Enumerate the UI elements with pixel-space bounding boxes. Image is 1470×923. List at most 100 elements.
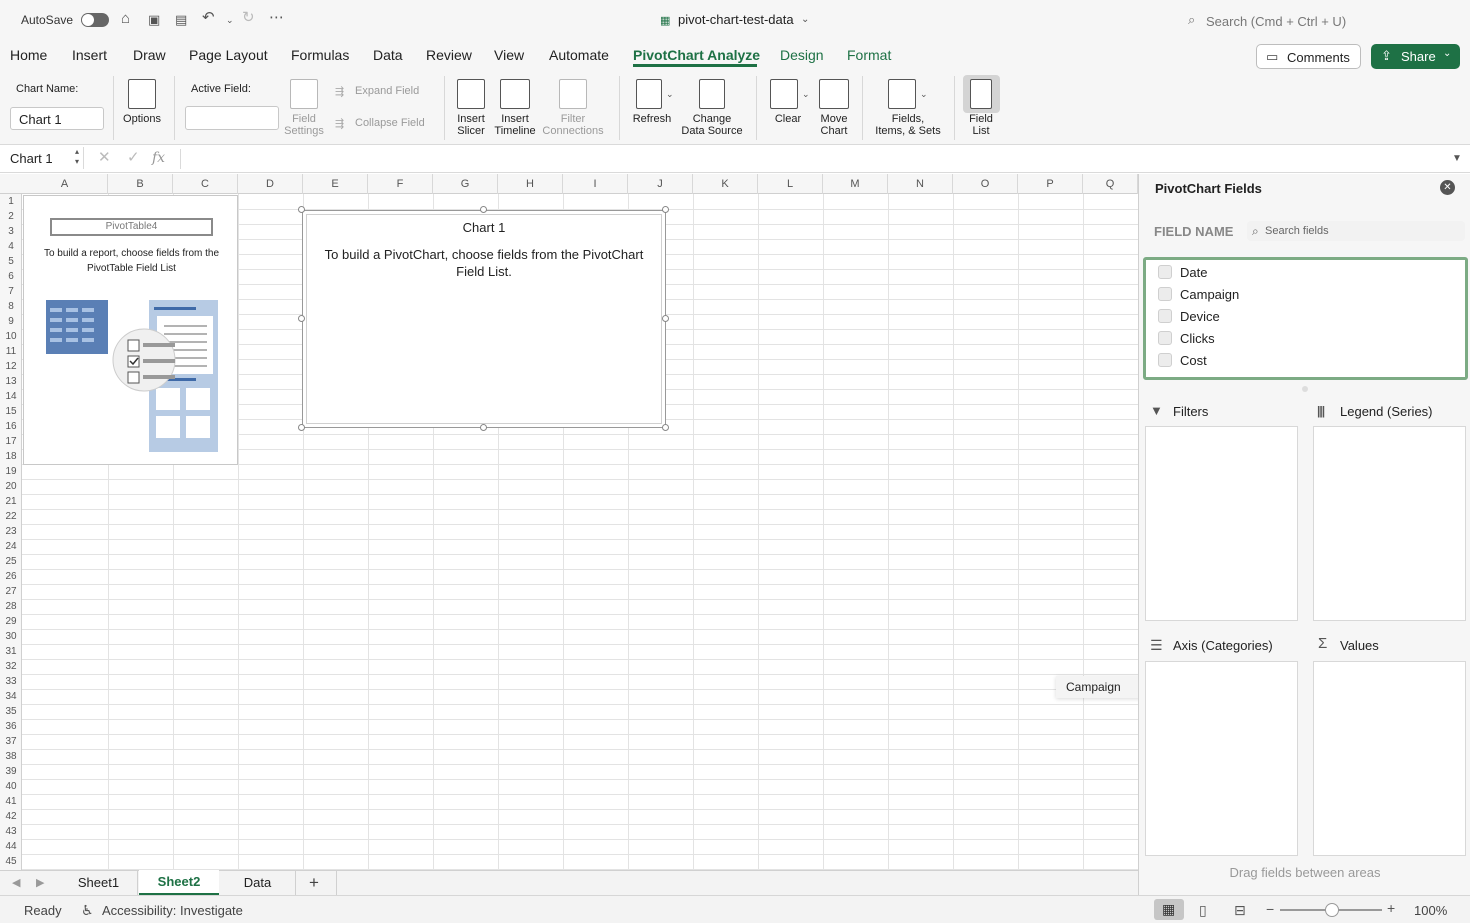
row-header[interactable]: 12	[0, 359, 22, 374]
row-header[interactable]: 2	[0, 209, 22, 224]
row-header[interactable]: 9	[0, 314, 22, 329]
row-header[interactable]: 29	[0, 614, 22, 629]
chevron-down-icon[interactable]: ⌄	[920, 86, 928, 102]
tab-review[interactable]: Review	[426, 47, 472, 63]
column-header[interactable]: B	[108, 174, 173, 194]
more-icon[interactable]: ⋯	[269, 10, 284, 26]
field-device-checkbox[interactable]	[1158, 309, 1172, 323]
resize-handle[interactable]	[662, 315, 669, 322]
chevron-down-icon[interactable]: ⌄	[802, 86, 810, 102]
row-header[interactable]: 28	[0, 599, 22, 614]
page-break-view-icon[interactable]: ⊟	[1234, 902, 1246, 918]
save-as-icon[interactable]: ▤	[175, 12, 187, 28]
field-campaign-checkbox[interactable]	[1158, 287, 1172, 301]
column-header[interactable]: P	[1018, 174, 1083, 194]
field-date-checkbox[interactable]	[1158, 265, 1172, 279]
worksheet-grid[interactable]: ABCDEFGHIJKLMNOPQ 1 2 3 4 5 6 7 8 9 10 11 12 13 14 15 1…	[0, 174, 1138, 870]
row-header[interactable]: 14	[0, 389, 22, 404]
scroll-right-icon[interactable]: ▶	[36, 875, 44, 891]
comments-button[interactable]: ▭ Comments	[1256, 44, 1361, 69]
name-box-stepper-icon[interactable]: ▴ ▾	[75, 147, 79, 167]
column-header[interactable]: N	[888, 174, 953, 194]
tab-page-layout[interactable]: Page Layout	[189, 47, 268, 63]
row-header[interactable]: 18	[0, 449, 22, 464]
field-device[interactable]: Device	[1158, 307, 1220, 327]
column-header[interactable]: L	[758, 174, 823, 194]
resize-handle[interactable]	[662, 206, 669, 213]
row-header[interactable]: 21	[0, 494, 22, 509]
row-header[interactable]: 32	[0, 659, 22, 674]
row-header[interactable]: 24	[0, 539, 22, 554]
zoom-in-icon[interactable]: +	[1387, 900, 1395, 916]
expand-formula-icon[interactable]: ▼	[1452, 151, 1462, 167]
filters-drop-area[interactable]	[1145, 426, 1298, 621]
column-header[interactable]: D	[238, 174, 303, 194]
axis-categories-drop-area[interactable]	[1145, 661, 1298, 856]
expand-field-button[interactable]: Expand Field	[355, 85, 419, 97]
pivot-chart-placeholder[interactable]: Chart 1 To build a PivotChart, choose fi…	[302, 210, 666, 428]
tab-pivotchart-analyze[interactable]: PivotChart Analyze	[633, 47, 760, 63]
row-header[interactable]: 7	[0, 284, 22, 299]
field-cost-checkbox[interactable]	[1158, 353, 1172, 367]
pivot-table-placeholder[interactable]: PivotTable4 To build a report, choose fi…	[23, 195, 238, 465]
name-box[interactable]: Chart 1 ▴ ▾	[0, 147, 84, 169]
clear-button[interactable]: Clear	[766, 113, 810, 125]
row-header[interactable]: 37	[0, 734, 22, 749]
active-field-input[interactable]	[185, 106, 279, 130]
row-header[interactable]: 23	[0, 524, 22, 539]
page-layout-view-icon[interactable]: ▯	[1199, 902, 1207, 918]
resize-handle[interactable]	[662, 424, 669, 431]
row-header[interactable]: 20	[0, 479, 22, 494]
formula-input[interactable]	[180, 149, 1444, 169]
search-fields-input[interactable]: ⌕ Search fields	[1247, 221, 1465, 241]
row-header[interactable]: 8	[0, 299, 22, 314]
row-header[interactable]: 17	[0, 434, 22, 449]
resize-handle[interactable]	[298, 424, 305, 431]
row-header[interactable]: 16	[0, 419, 22, 434]
row-header[interactable]: 38	[0, 749, 22, 764]
row-header[interactable]: 27	[0, 584, 22, 599]
tab-formulas[interactable]: Formulas	[291, 47, 349, 63]
column-header[interactable]: C	[173, 174, 238, 194]
field-cost[interactable]: Cost	[1158, 351, 1207, 371]
row-header[interactable]: 1	[0, 194, 22, 209]
row-header[interactable]: 22	[0, 509, 22, 524]
column-header[interactable]: I	[563, 174, 628, 194]
row-header[interactable]: 5	[0, 254, 22, 269]
row-header[interactable]: 25	[0, 554, 22, 569]
share-button[interactable]: ⇪ Share ⌄	[1371, 44, 1460, 69]
fx-icon[interactable]: fx	[152, 150, 165, 166]
resize-handle[interactable]	[480, 206, 487, 213]
column-header[interactable]: J	[628, 174, 693, 194]
options-button[interactable]: Options	[118, 113, 166, 125]
row-header[interactable]: 42	[0, 809, 22, 824]
column-header[interactable]: E	[303, 174, 368, 194]
refresh-button[interactable]: Refresh	[626, 113, 678, 125]
row-header[interactable]: 15	[0, 404, 22, 419]
sheet-tab-data[interactable]: Data	[220, 871, 296, 895]
collapse-field-button[interactable]: Collapse Field	[355, 117, 425, 129]
scroll-left-icon[interactable]: ◀	[12, 875, 20, 891]
tab-data[interactable]: Data	[373, 47, 403, 63]
search-input[interactable]: Search (Cmd + Ctrl + U)	[1206, 14, 1346, 29]
tab-draw[interactable]: Draw	[133, 47, 166, 63]
resize-handle[interactable]	[298, 315, 305, 322]
row-header[interactable]: 44	[0, 839, 22, 854]
add-sheet-icon[interactable]: +	[309, 873, 319, 893]
row-header[interactable]: 45	[0, 854, 22, 869]
row-header[interactable]: 31	[0, 644, 22, 659]
row-header[interactable]: 39	[0, 764, 22, 779]
home-icon[interactable]: ⌂	[121, 11, 130, 27]
column-header[interactable]: O	[953, 174, 1018, 194]
tab-view[interactable]: View	[494, 47, 524, 63]
tab-automate[interactable]: Automate	[549, 47, 609, 63]
field-clicks[interactable]: Clicks	[1158, 329, 1215, 349]
undo-icon[interactable]: ↶	[202, 10, 215, 26]
chevron-down-icon[interactable]: ⌄	[666, 86, 674, 102]
row-header[interactable]: 40	[0, 779, 22, 794]
row-header[interactable]: 19	[0, 464, 22, 479]
zoom-level[interactable]: 100%	[1414, 903, 1447, 918]
sheet-tab-sheet1[interactable]: Sheet1	[60, 871, 138, 895]
chevron-down-icon[interactable]: ⌄	[801, 12, 809, 28]
row-header[interactable]: 4	[0, 239, 22, 254]
